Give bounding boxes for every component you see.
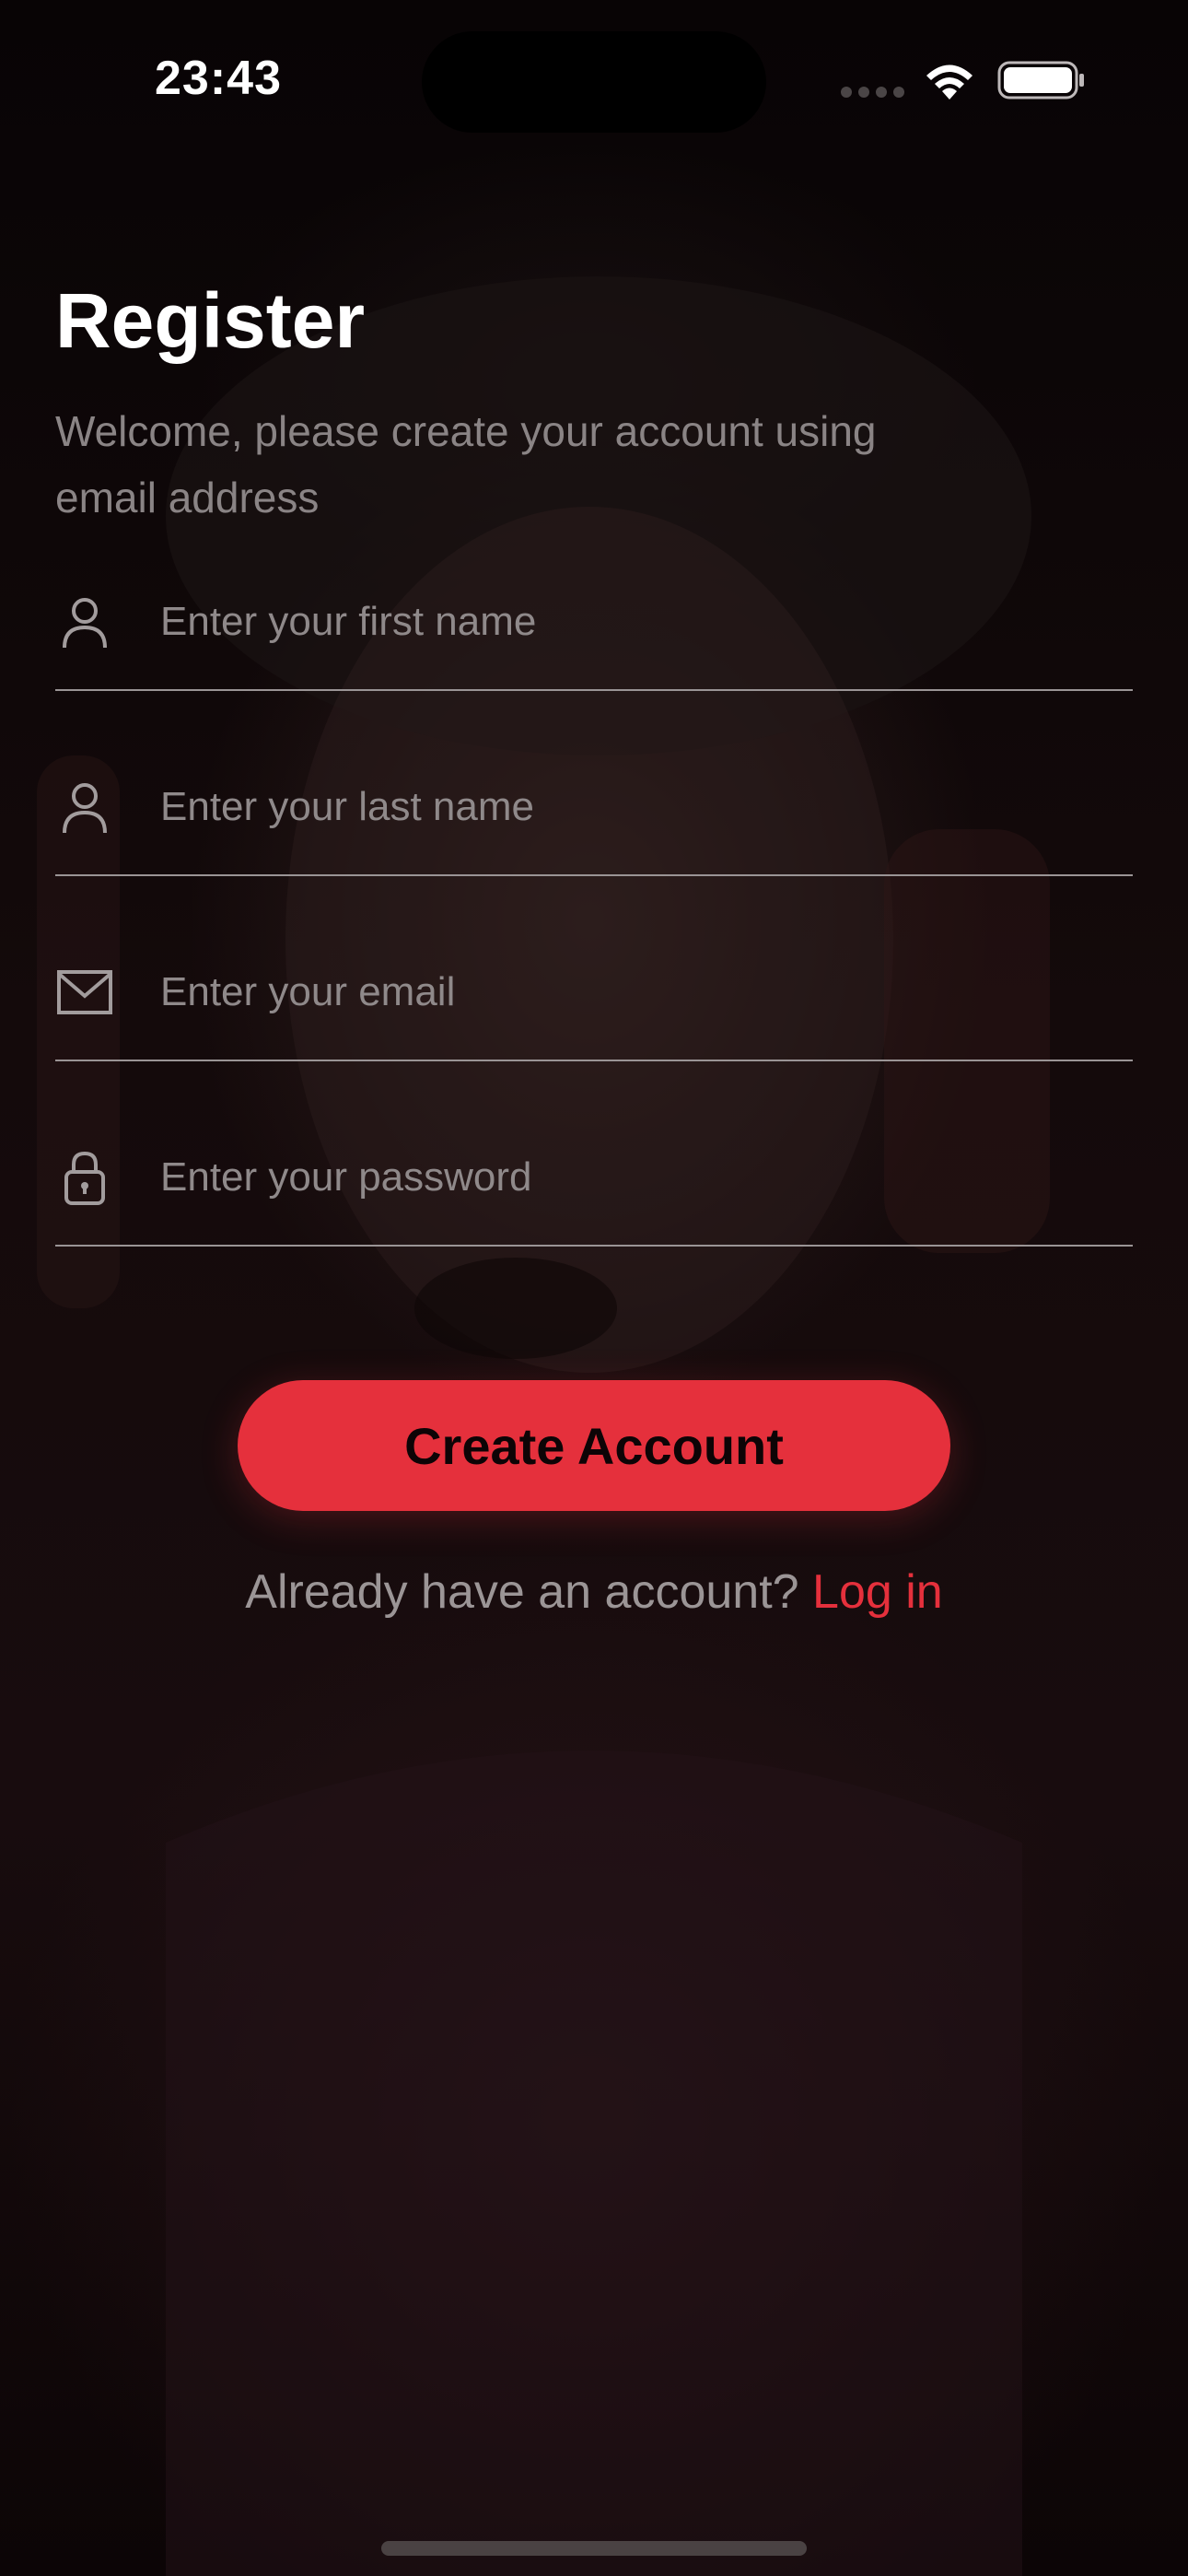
wifi-icon xyxy=(926,64,973,100)
last-name-input[interactable] xyxy=(160,775,1118,839)
email-input[interactable] xyxy=(160,960,1118,1025)
first-name-input[interactable] xyxy=(160,590,1118,654)
battery-icon xyxy=(997,61,1084,100)
password-field xyxy=(55,1060,1133,1247)
first-name-field xyxy=(55,505,1133,691)
person-icon xyxy=(63,783,107,834)
login-prompt-row: Already have an account? Log in xyxy=(0,1564,1188,1620)
envelope-icon xyxy=(57,970,112,1014)
create-account-button[interactable]: Create Account xyxy=(238,1380,950,1511)
password-input[interactable] xyxy=(160,1145,1118,1210)
background-photo xyxy=(37,276,1050,2576)
status-time: 23:43 xyxy=(155,52,282,105)
lock-icon xyxy=(64,1151,105,1205)
page-title: Register xyxy=(55,277,366,364)
register-screen: 23:43 Register Welcome, please create yo… xyxy=(0,0,1188,2576)
person-icon xyxy=(63,598,107,649)
last-name-field xyxy=(55,690,1133,876)
login-prompt-text: Already have an account? xyxy=(245,1565,799,1619)
dynamic-island xyxy=(422,31,766,133)
status-bar: 23:43 xyxy=(0,0,1188,157)
cellular-signal-icon xyxy=(841,87,905,100)
login-link[interactable]: Log in xyxy=(812,1565,943,1619)
email-field xyxy=(55,875,1133,1061)
home-indicator[interactable] xyxy=(381,2541,807,2556)
